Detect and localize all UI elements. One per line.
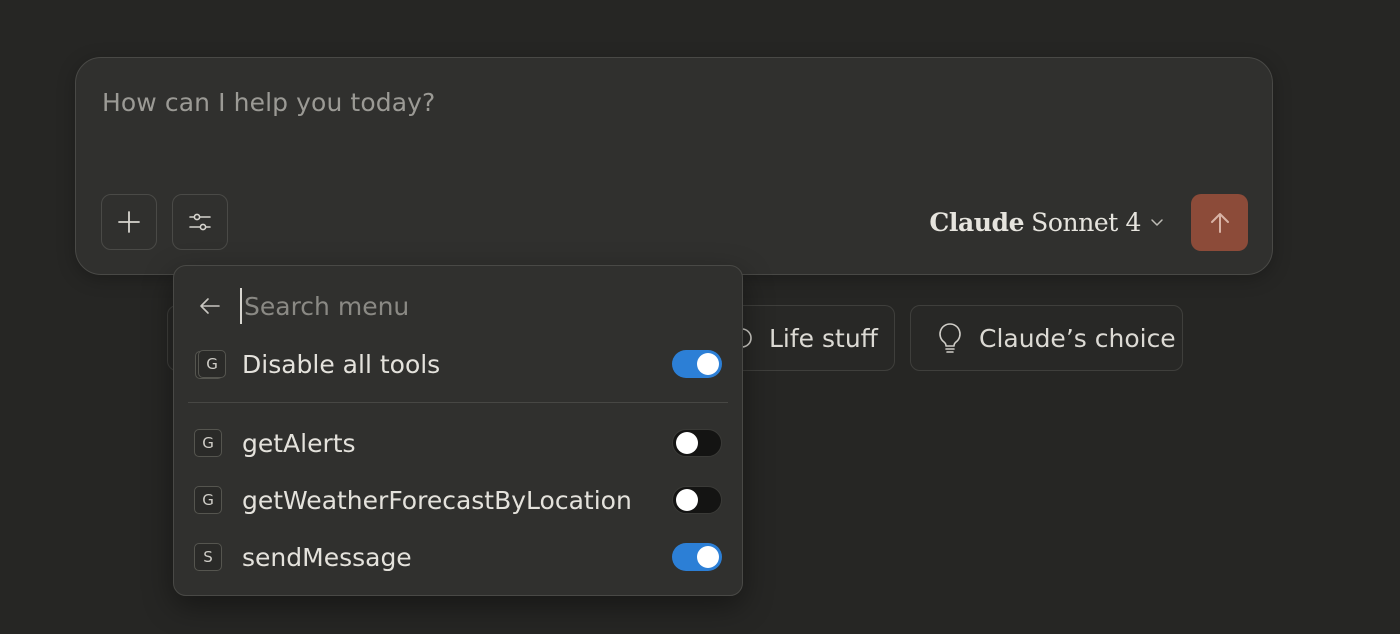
model-selector[interactable]: Claude Sonnet 4 bbox=[929, 204, 1165, 240]
tools-menu: G Disable all tools G getAlerts G getWea… bbox=[173, 265, 743, 596]
tool-badge: G bbox=[194, 486, 222, 514]
prompt-placeholder[interactable]: How can I help you today? bbox=[102, 88, 435, 117]
menu-item-label: getAlerts bbox=[242, 428, 356, 458]
menu-item-getalerts[interactable]: G getAlerts bbox=[194, 423, 722, 463]
chevron-down-icon bbox=[1151, 219, 1163, 226]
toggle-switch[interactable] bbox=[672, 486, 722, 514]
chip-label: Claude’s choice bbox=[979, 323, 1176, 353]
tool-badge: G bbox=[195, 350, 226, 379]
tool-badge: S bbox=[194, 543, 222, 571]
menu-item-label: Disable all tools bbox=[242, 349, 441, 379]
toggle-knob bbox=[676, 489, 698, 511]
badge-stack: G bbox=[194, 350, 226, 379]
chat-composer[interactable]: How can I help you today? Claude Sonnet … bbox=[75, 57, 1273, 275]
toggle-knob bbox=[697, 546, 719, 568]
toggle-switch[interactable] bbox=[672, 429, 722, 457]
menu-item-label: getWeatherForecastByLocation bbox=[242, 485, 632, 515]
toggle-knob bbox=[697, 353, 719, 375]
arrow-up-icon bbox=[1210, 212, 1229, 233]
lightbulb-icon bbox=[939, 323, 961, 353]
tool-badge: G bbox=[194, 429, 222, 457]
model-brand: Claude bbox=[929, 207, 1025, 237]
menu-divider bbox=[188, 402, 728, 403]
plus-icon bbox=[118, 211, 140, 233]
model-variant: Sonnet 4 bbox=[1031, 207, 1141, 237]
arrow-left-icon bbox=[200, 298, 220, 314]
toggle-knob bbox=[676, 432, 698, 454]
tools-button[interactable] bbox=[172, 194, 228, 250]
search-menu-input[interactable] bbox=[240, 288, 704, 324]
menu-item-label: sendMessage bbox=[242, 542, 412, 572]
send-button[interactable] bbox=[1191, 194, 1248, 251]
menu-item-disable-all-tools[interactable]: G Disable all tools bbox=[194, 344, 722, 384]
menu-item-getweatherforecastbylocation[interactable]: G getWeatherForecastByLocation bbox=[194, 480, 722, 520]
toggle-switch[interactable] bbox=[672, 350, 722, 378]
menu-item-sendmessage[interactable]: S sendMessage bbox=[194, 537, 722, 577]
add-attachment-button[interactable] bbox=[101, 194, 157, 250]
toggle-switch[interactable] bbox=[672, 543, 722, 571]
sliders-icon bbox=[189, 213, 211, 231]
suggestion-chip-claudes-choice[interactable]: Claude’s choice bbox=[910, 305, 1183, 371]
back-button[interactable] bbox=[196, 292, 224, 320]
model-name: Claude Sonnet 4 bbox=[929, 208, 1141, 237]
chip-label: Life stuff bbox=[769, 323, 878, 353]
